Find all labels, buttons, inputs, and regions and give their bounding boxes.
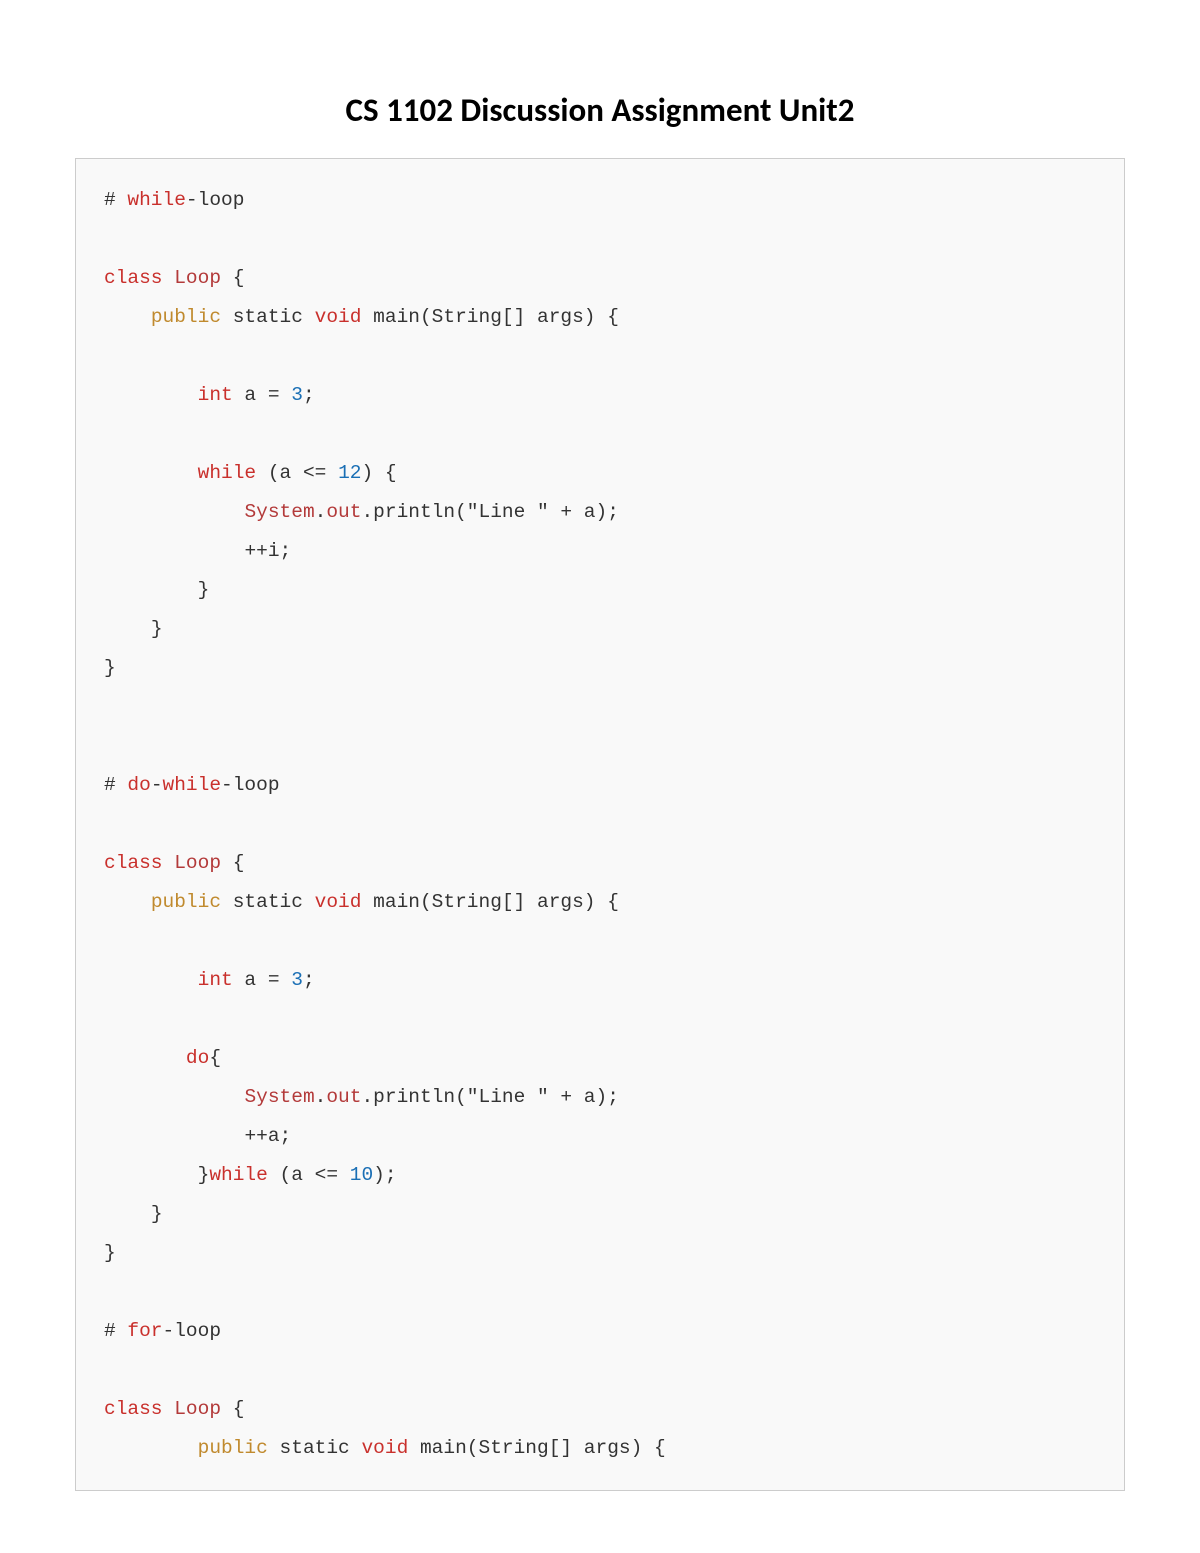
brace-close: }	[104, 657, 116, 679]
brace-close: }	[151, 1203, 163, 1225]
brace: {	[221, 1398, 244, 1420]
keyword-do: do	[186, 1047, 209, 1069]
brace: {	[221, 267, 244, 289]
number-literal: 3	[291, 384, 303, 406]
comment-text: -loop	[221, 774, 280, 796]
comment-keyword: while	[163, 774, 222, 796]
brace-close: }	[104, 1242, 116, 1264]
brace: {	[221, 852, 244, 874]
keyword-static: static	[268, 1437, 362, 1459]
number-literal: 3	[291, 969, 303, 991]
keyword-int: int	[198, 969, 233, 991]
increment-stmt: ++a;	[244, 1125, 291, 1147]
keyword-static: static	[221, 306, 315, 328]
semicolon: ;	[303, 384, 315, 406]
keyword-public: public	[198, 1437, 268, 1459]
keyword-while: while	[209, 1164, 268, 1186]
page-title: CS 1102 Discussion Assignment Unit2	[75, 90, 1125, 130]
comment-hash: #	[104, 1320, 127, 1342]
println-call: .println("Line " + a);	[361, 1086, 618, 1108]
keyword-public: public	[151, 306, 221, 328]
comment-text: -loop	[186, 189, 245, 211]
identifier-out: out	[326, 1086, 361, 1108]
dot: .	[315, 1086, 327, 1108]
dot: .	[315, 501, 327, 523]
comment-keyword: while	[127, 189, 186, 211]
main-signature: main(String[] args) {	[361, 306, 618, 328]
brace-close: }	[151, 618, 163, 640]
brace-close: }	[198, 579, 210, 601]
var-decl: a =	[233, 969, 292, 991]
keyword-int: int	[198, 384, 233, 406]
class-name: Loop	[174, 852, 221, 874]
keyword-class: class	[104, 852, 163, 874]
comment-dash: -	[151, 774, 163, 796]
keyword-void: void	[315, 306, 362, 328]
brace-close: }	[198, 1164, 210, 1186]
println-call: .println("Line " + a);	[361, 501, 618, 523]
cond-close: );	[373, 1164, 396, 1186]
main-signature: main(String[] args) {	[361, 891, 618, 913]
cond-close: ) {	[361, 462, 396, 484]
keyword-void: void	[361, 1437, 408, 1459]
identifier-system: System	[244, 501, 314, 523]
comment-hash: #	[104, 189, 127, 211]
while-cond: (a <=	[268, 1164, 350, 1186]
identifier-out: out	[326, 501, 361, 523]
keyword-static: static	[221, 891, 315, 913]
keyword-while: while	[198, 462, 257, 484]
increment-stmt: ++i;	[244, 540, 291, 562]
identifier-system: System	[244, 1086, 314, 1108]
keyword-class: class	[104, 1398, 163, 1420]
comment-hash: #	[104, 774, 127, 796]
keyword-public: public	[151, 891, 221, 913]
number-literal: 12	[338, 462, 361, 484]
keyword-void: void	[315, 891, 362, 913]
while-cond: (a <=	[256, 462, 338, 484]
comment-keyword: do	[127, 774, 150, 796]
var-decl: a =	[233, 384, 292, 406]
number-literal: 10	[350, 1164, 373, 1186]
main-signature: main(String[] args) {	[408, 1437, 665, 1459]
code-block: # while-loop class Loop { public static …	[75, 158, 1125, 1491]
comment-text: -loop	[163, 1320, 222, 1342]
keyword-class: class	[104, 267, 163, 289]
class-name: Loop	[174, 1398, 221, 1420]
class-name: Loop	[174, 267, 221, 289]
comment-keyword: for	[127, 1320, 162, 1342]
semicolon: ;	[303, 969, 315, 991]
brace-open: {	[209, 1047, 221, 1069]
